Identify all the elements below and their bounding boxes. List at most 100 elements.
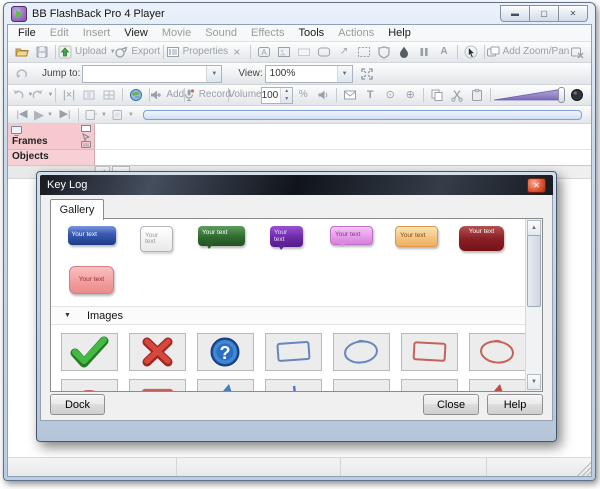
prev-frame-button[interactable]: ▼ [82, 107, 109, 123]
fullscreen-button[interactable] [357, 66, 377, 82]
timeline-objects-track[interactable] [95, 150, 591, 165]
cut-frames-button[interactable] [447, 87, 467, 103]
save-movie-button[interactable] [32, 44, 52, 60]
callout-shape[interactable]: Your text [330, 226, 373, 245]
menu-item[interactable]: View [117, 26, 155, 40]
gallery-image-cell[interactable] [61, 379, 118, 391]
help-button[interactable]: Help [487, 394, 543, 415]
timeline-objects-row[interactable]: Objects [8, 150, 591, 166]
gallery-image-cell[interactable] [469, 379, 526, 391]
resize-grip[interactable] [577, 458, 591, 476]
select-mode-button[interactable] [461, 44, 481, 60]
delete-object-button[interactable]: × [227, 44, 247, 60]
add-text-button[interactable]: T [360, 87, 380, 103]
add-image-button[interactable] [274, 44, 294, 60]
menu-item[interactable]: Sound [198, 26, 244, 40]
redo-button[interactable]: ▼ [32, 87, 52, 103]
timeline-frames-header[interactable]: Frames [8, 124, 95, 150]
zoom-in-effect-button[interactable]: ⊙ [380, 87, 400, 103]
gallery-image-cell[interactable] [401, 333, 458, 371]
speed-slider-handle[interactable] [558, 87, 565, 103]
add-note-button[interactable] [340, 87, 360, 103]
gallery-image-cell[interactable] [265, 333, 322, 371]
export-button[interactable]: Export [115, 44, 160, 60]
delete-frames-button[interactable]: |×| [59, 87, 79, 103]
remove-zoom-pan-button[interactable] [567, 44, 587, 60]
add-textbox-button[interactable]: A [254, 44, 274, 60]
timeline-frames-track[interactable] [95, 124, 591, 150]
gallery-image-cell[interactable]: ? [197, 333, 254, 371]
add-pause-button[interactable] [414, 44, 434, 60]
add-blur-button[interactable] [394, 44, 414, 60]
gallery-image-cell[interactable] [129, 379, 186, 391]
menu-item[interactable]: Effects [244, 26, 291, 40]
add-arrow-button[interactable]: ↗ [334, 44, 354, 60]
play-button[interactable]: ▶▼ [32, 107, 55, 123]
jump-to-combobox[interactable]: ▼ [82, 65, 222, 83]
images-section-header[interactable]: ▼ Images [51, 306, 526, 325]
callout-shape[interactable]: Your text [270, 226, 303, 247]
gallery-image-cell[interactable] [333, 333, 390, 371]
callout-shape[interactable]: Your text [459, 226, 504, 251]
add-highlight-button[interactable] [294, 44, 314, 60]
spinner-down-icon[interactable]: ▼ [281, 95, 292, 103]
go-to-end-button[interactable]: ▶| [55, 107, 75, 123]
dialog-close-button[interactable]: ✕ [527, 178, 546, 193]
callout-shape[interactable]: Your text [198, 226, 245, 246]
scroll-up-button[interactable]: ▲ [527, 220, 541, 236]
go-to-start-button[interactable]: |◀ [12, 107, 32, 123]
view-zoom-dropdown-button[interactable]: ▼ [337, 66, 352, 82]
jump-to-dropdown-button[interactable]: ▼ [206, 66, 221, 82]
minimize-button[interactable]: ▬ [500, 5, 530, 22]
menu-item[interactable]: Tools [291, 26, 331, 40]
add-framestamp-button[interactable] [354, 44, 374, 60]
timeline-objects-header[interactable]: Objects [8, 150, 95, 165]
gallery-image-cell[interactable] [265, 379, 322, 391]
add-frame-button[interactable] [314, 44, 334, 60]
add-watermark-button[interactable] [374, 44, 394, 60]
copy-frames-button[interactable] [427, 87, 447, 103]
close-dialog-button[interactable]: Close [423, 394, 479, 415]
volume-spinner[interactable]: 100 ▲▼ [261, 87, 294, 104]
select-frames-button[interactable] [79, 87, 99, 103]
next-frame-button[interactable]: ▼ [109, 107, 136, 123]
maximize-button[interactable]: ▢ [529, 5, 559, 22]
tab-gallery[interactable]: Gallery [50, 199, 104, 220]
add-autoscroll-text-button[interactable]: A [434, 44, 454, 60]
add-zoom-pan-button[interactable]: Add Zoom/Pan [488, 44, 567, 60]
gallery-image-cell[interactable] [61, 333, 118, 371]
undo-button[interactable]: ▼ [12, 87, 32, 103]
gallery-scrollbar[interactable]: ▲ ▼ [525, 219, 542, 391]
menu-item[interactable]: Actions [331, 26, 381, 40]
back-button[interactable] [12, 66, 32, 82]
callout-shape[interactable]: Your text [69, 266, 114, 294]
dock-button[interactable]: Dock [50, 394, 105, 415]
gallery-image-cell[interactable] [333, 379, 390, 391]
callout-shape[interactable]: Your text [140, 226, 173, 252]
web-button[interactable] [126, 87, 146, 103]
properties-button[interactable]: Properties [167, 44, 227, 60]
menu-item[interactable]: Help [381, 26, 418, 40]
gallery-image-cell[interactable] [469, 333, 526, 371]
gallery-image-cell[interactable] [401, 379, 458, 391]
spinner-up-icon[interactable]: ▲ [281, 88, 292, 96]
gallery-image-cell[interactable] [197, 379, 254, 391]
gallery-image-cell[interactable] [129, 333, 186, 371]
upload-button[interactable]: Upload▼ [59, 44, 115, 60]
menu-item[interactable]: Edit [43, 26, 76, 40]
mute-button[interactable] [313, 87, 333, 103]
add-sound-button[interactable]: Add [153, 87, 181, 103]
close-button[interactable]: ✕ [558, 5, 588, 22]
callout-shape[interactable]: Your text [395, 226, 438, 247]
record-sound-button[interactable]: Record [188, 87, 225, 103]
view-zoom-combobox[interactable]: 100% ▼ [265, 65, 353, 83]
timeline-frames-row[interactable]: Frames [8, 124, 591, 150]
zoom-out-effect-button[interactable]: ⊕ [400, 87, 420, 103]
menu-item[interactable]: Movie [155, 26, 198, 40]
insert-frames-button[interactable] [99, 87, 119, 103]
speed-reset-button[interactable] [567, 87, 587, 103]
open-movie-button[interactable] [12, 44, 32, 60]
menu-item[interactable]: File [11, 26, 43, 40]
scroll-down-button[interactable]: ▼ [527, 374, 541, 390]
paste-frames-button[interactable] [467, 87, 487, 103]
